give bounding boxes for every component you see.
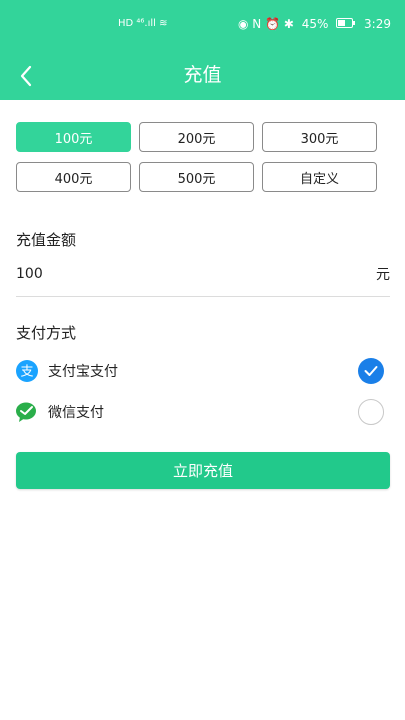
amount-option-custom[interactable]: 自定义 [262,162,377,192]
amount-field-row: 元 [16,258,390,297]
svg-text:支: 支 [20,365,33,380]
wechat-label: 微信支付 [48,405,104,421]
checkmark-icon [364,366,378,376]
status-bar: HD ⁴⁶.ıll ≋ ◉ N ⏰ ✱ 45% 3:29 [0,0,405,32]
amount-options: 100元 200元 300元 400元 500元 自定义 [16,122,377,192]
alipay-radio-checked[interactable] [358,358,384,384]
recharge-submit-button[interactable]: 立即充值 [16,452,390,489]
system-icons: ◉ N ⏰ ✱ [238,17,294,31]
payment-option-alipay[interactable]: 支 支付宝支付 [16,353,390,389]
battery-level: 45% [301,17,329,31]
status-right: ◉ N ⏰ ✱ 45% 3:29 [234,17,391,31]
amount-option-500[interactable]: 500元 [139,162,254,192]
app-header: HD ⁴⁶.ıll ≋ ◉ N ⏰ ✱ 45% 3:29 充值 [0,0,405,100]
amount-option-200[interactable]: 200元 [139,122,254,152]
amount-option-300[interactable]: 300元 [262,122,377,152]
battery-icon [336,17,360,31]
payment-section-label: 支付方式 [16,324,77,342]
alipay-label: 支付宝支付 [48,364,118,380]
amount-option-400[interactable]: 400元 [16,162,131,192]
amount-input[interactable] [16,262,316,286]
amount-unit: 元 [376,267,390,283]
amount-option-100[interactable]: 100元 [16,122,131,152]
wechat-radio-unchecked[interactable] [358,399,384,425]
payment-option-wechat[interactable]: 微信支付 [16,394,390,430]
amount-section-label: 充值金额 [16,231,77,249]
nav-bar: 充值 [0,52,405,100]
page-title: 充值 [183,64,222,86]
alipay-icon: 支 [16,360,38,382]
status-time: 3:29 [364,17,391,31]
network-indicators: HD ⁴⁶.ıll ≋ [118,18,168,29]
wechat-icon [16,401,38,423]
